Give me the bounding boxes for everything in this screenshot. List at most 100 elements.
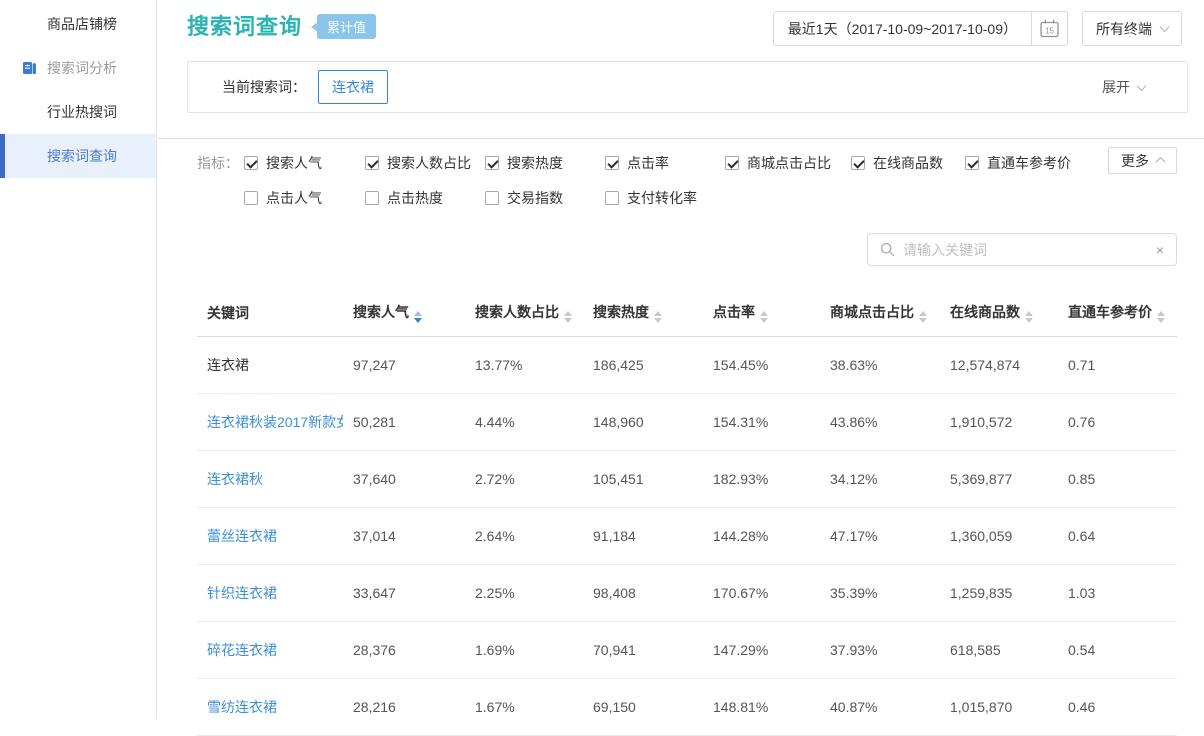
keyword-cell: 连衣裙 [197, 337, 343, 394]
metric-checkbox[interactable] [244, 156, 258, 170]
table-row: 连衣裙97,24713.77%186,425154.45%38.63%12,57… [197, 337, 1177, 394]
main-content: 搜索词查询 累计值 最近1天（2017-10-09~2017-10-09） 15… [158, 0, 1204, 719]
metric-label: 在线商品数 [873, 153, 943, 173]
column-header-label: 在线商品数 [950, 304, 1020, 320]
sort-icon[interactable] [414, 311, 422, 323]
keyword-search-input[interactable] [903, 242, 1148, 258]
expand-label: 展开 [1102, 77, 1130, 97]
value-cell: 2.25% [465, 565, 583, 622]
terminal-selector-label: 所有终端 [1096, 19, 1152, 39]
calendar-button[interactable]: 15 [1032, 12, 1067, 45]
sort-icon[interactable] [654, 311, 662, 323]
metric-checkbox[interactable] [485, 156, 499, 170]
metric-item-row1-4[interactable]: 商城点击占比 [725, 150, 851, 176]
metric-item-row2-2[interactable]: 交易指数 [485, 185, 605, 211]
metric-item-row1-0[interactable]: 搜索人气 [244, 150, 365, 176]
metric-checkbox[interactable] [965, 156, 979, 170]
table-row: 碎花连衣裙28,3761.69%70,941147.29%37.93%618,5… [197, 622, 1177, 679]
column-header[interactable]: 商城点击占比 [820, 294, 940, 337]
metric-label: 支付转化率 [627, 188, 697, 208]
keyword-cell[interactable]: 连衣裙秋装2017新款女 [197, 394, 343, 451]
value-cell: 618,585 [940, 622, 1058, 679]
metric-item-row1-6[interactable]: 直通车参考价 [965, 150, 1115, 176]
metric-checkbox[interactable] [485, 191, 499, 205]
metric-item-row1-2[interactable]: 搜索热度 [485, 150, 605, 176]
metric-label: 搜索热度 [507, 153, 563, 173]
metric-checkbox[interactable] [365, 156, 379, 170]
sort-icon[interactable] [564, 311, 572, 323]
value-cell: 47.17% [820, 508, 940, 565]
keyword-cell[interactable]: 雪纺连衣裙 [197, 679, 343, 736]
column-header-label: 关键词 [207, 305, 249, 321]
value-cell: 35.39% [820, 565, 940, 622]
value-cell: 0.64 [1058, 508, 1177, 565]
value-cell: 91,184 [583, 508, 703, 565]
more-label: 更多 [1121, 151, 1149, 171]
keyword-cell[interactable]: 连衣裙秋 [197, 451, 343, 508]
metric-checkbox[interactable] [365, 191, 379, 205]
terminal-selector[interactable]: 所有终端 [1082, 11, 1182, 46]
chevron-down-icon [1137, 81, 1147, 91]
chevron-down-icon [1160, 22, 1170, 32]
keyword-cell[interactable]: 蕾丝连衣裙 [197, 508, 343, 565]
sort-icon[interactable] [919, 311, 927, 323]
date-range-button[interactable]: 最近1天（2017-10-09~2017-10-09） [774, 12, 1032, 45]
sort-icon[interactable] [1025, 311, 1033, 323]
clear-icon[interactable]: × [1156, 243, 1164, 257]
metric-item-row2-3[interactable]: 支付转化率 [605, 185, 725, 211]
value-cell: 154.31% [703, 394, 820, 451]
more-button[interactable]: 更多 [1108, 147, 1177, 174]
value-cell: 182.93% [703, 451, 820, 508]
metric-label: 搜索人数占比 [387, 153, 471, 173]
column-header[interactable]: 点击率 [703, 294, 820, 337]
chevron-up-icon [1156, 157, 1166, 167]
keyword-cell[interactable]: 针织连衣裙 [197, 565, 343, 622]
ledger-icon [22, 61, 37, 75]
metric-label: 点击人气 [266, 188, 322, 208]
value-cell: 144.28% [703, 508, 820, 565]
metric-item-row1-3[interactable]: 点击率 [605, 150, 725, 176]
metric-checkbox[interactable] [851, 156, 865, 170]
metric-item-row2-0[interactable]: 点击人气 [244, 185, 365, 211]
sidebar-item-search-word-analysis[interactable]: 搜索词分析 [0, 46, 156, 90]
value-cell: 148,960 [583, 394, 703, 451]
value-cell: 4.44% [465, 394, 583, 451]
sidebar-item-search-word-query[interactable]: 搜索词查询 [0, 134, 156, 178]
keywords-table-wrap: 关键词 搜索人气搜索人数占比搜索热度点击率 商城点击占比在线商品数 直通车参考价 连衣… [158, 266, 1204, 736]
value-cell: 69,150 [583, 679, 703, 736]
topbar: 搜索词查询 累计值 最近1天（2017-10-09~2017-10-09） 15… [158, 0, 1204, 46]
value-cell: 1,360,059 [940, 508, 1058, 565]
value-cell: 38.63% [820, 337, 940, 394]
table-header-row: 关键词 搜索人气搜索人数占比搜索热度点击率 商城点击占比在线商品数 直通车参考价 [197, 294, 1177, 337]
sort-icon[interactable] [1157, 311, 1165, 323]
keyword-search-box: × [867, 233, 1177, 266]
search-row: × [158, 233, 1204, 266]
metric-checkbox[interactable] [244, 191, 258, 205]
sidebar-item-industry-hot-words[interactable]: 行业热搜词 [0, 90, 156, 134]
metric-item-row1-1[interactable]: 搜索人数占比 [365, 150, 485, 176]
metric-checkbox[interactable] [605, 191, 619, 205]
current-word-chip[interactable]: 连衣裙 [318, 70, 388, 104]
metric-item-row1-5[interactable]: 在线商品数 [851, 150, 965, 176]
keyword-cell[interactable]: 碎花连衣裙 [197, 622, 343, 679]
date-controls: 最近1天（2017-10-09~2017-10-09） 15 所有终端 [773, 11, 1182, 46]
expand-button[interactable]: 展开 [1102, 77, 1145, 97]
table-row: 蕾丝连衣裙37,0142.64%91,184144.28%47.17%1,360… [197, 508, 1177, 565]
column-header[interactable]: 直通车参考价 [1058, 294, 1177, 337]
metric-label: 交易指数 [507, 188, 563, 208]
table-row: 针织连衣裙33,6472.25%98,408170.67%35.39%1,259… [197, 565, 1177, 622]
column-header[interactable]: 搜索热度 [583, 294, 703, 337]
column-header[interactable]: 搜索人数占比 [465, 294, 583, 337]
value-cell: 1,015,870 [940, 679, 1058, 736]
sort-icon[interactable] [760, 311, 768, 323]
value-cell: 0.71 [1058, 337, 1177, 394]
metric-checkbox[interactable] [605, 156, 619, 170]
page-title: 搜索词查询 [187, 10, 302, 43]
sidebar-item-product-shop-rank[interactable]: 商品店铺榜 [0, 2, 156, 46]
column-header[interactable]: 搜索人气 [343, 294, 465, 337]
metric-checkbox[interactable] [725, 156, 739, 170]
column-header-label: 点击率 [713, 304, 755, 320]
metric-item-row2-1[interactable]: 点击热度 [365, 185, 485, 211]
column-header[interactable]: 在线商品数 [940, 294, 1058, 337]
search-icon [880, 242, 895, 257]
